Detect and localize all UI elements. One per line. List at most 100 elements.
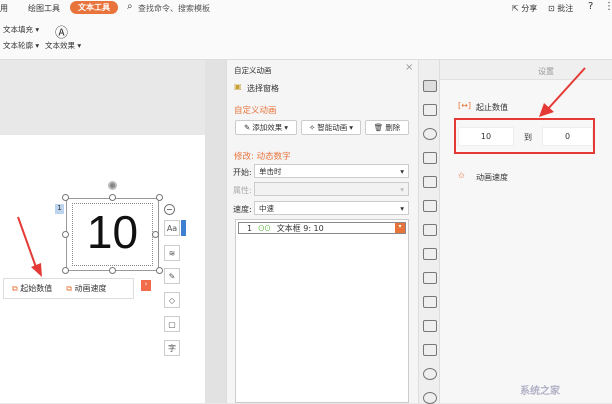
close-icon[interactable]: ×	[405, 62, 413, 73]
slide-number-text: 10	[86, 206, 139, 258]
panel-title: 自定义动画	[234, 66, 272, 75]
layers-icon[interactable]: ≋	[164, 245, 180, 261]
speed-option[interactable]: ⧉ 动画速度	[66, 283, 106, 294]
fill-icon[interactable]: ◇	[164, 292, 180, 308]
tab-drawing-tools[interactable]: 绘图工具	[28, 3, 60, 14]
to-input[interactable]: 0	[542, 127, 593, 146]
property-select[interactable]: ▾	[254, 182, 409, 196]
custom-animation-panel: 自定义动画 × ▣ 选择窗格 自定义动画 ✎ 添加效果 ▾ ✧ 智能动画 ▾ 🗑…	[226, 60, 418, 403]
value: 中速	[259, 203, 274, 213]
dropdown-icon[interactable]: ▾	[395, 223, 405, 233]
tab-partial[interactable]: 用	[0, 3, 8, 14]
settings-panel: 设置 [↔] 起止数值 10 到 0 ✩ 动画速度 系统之家	[440, 60, 612, 403]
pen-icon[interactable]: ✎	[164, 268, 180, 284]
border-icon[interactable]: ▢	[164, 316, 180, 332]
text-box[interactable]: 10	[66, 198, 159, 271]
comment-button[interactable]: ⊡ 批注	[548, 3, 573, 14]
label: 删除	[385, 123, 401, 132]
ribbon: 用 绘图工具 文本工具 ⌕ 查找命令、搜索模板 文本填充 ▾ 文本轮廓 ▾ Ⓐ …	[0, 0, 612, 60]
select-pane-icon: ▣	[234, 82, 242, 91]
text-style-icon[interactable]: Aa	[164, 220, 180, 236]
start-label: 开始:	[233, 168, 252, 177]
settings-icon[interactable]	[423, 224, 437, 236]
label: 添加效果	[252, 123, 283, 132]
start-select[interactable]: 单击时 ▾	[254, 164, 409, 178]
select-pane-link[interactable]: 选择窗格	[247, 83, 279, 94]
label: 文本轮廓	[3, 41, 33, 50]
resize-handle[interactable]	[109, 194, 116, 201]
range-icon: [↔]	[458, 101, 471, 110]
number-icon: ⧉	[66, 284, 72, 293]
animation-list: 1 ʘʘ 文本框 9: 10 ▾	[235, 219, 409, 403]
from-input[interactable]: 10	[458, 127, 514, 146]
label: 智能动画	[317, 123, 348, 132]
start-value-option[interactable]: ⧉ 起始数值	[12, 283, 52, 294]
text-effect-button[interactable]: 文本效果 ▾	[45, 40, 81, 51]
label: 批注	[557, 4, 574, 13]
speed-setting[interactable]: 动画速度	[476, 172, 508, 183]
scroll-gutter	[205, 60, 226, 403]
watermark: 系统之家	[520, 386, 560, 397]
resize-handle[interactable]	[62, 267, 69, 274]
char-icon[interactable]: 字	[164, 340, 180, 356]
share-icon[interactable]	[423, 272, 437, 284]
speed-icon: ✩	[458, 171, 465, 180]
add-effect-button[interactable]: ✎ 添加效果 ▾	[235, 120, 297, 135]
list-item[interactable]: 1 ʘʘ 文本框 9: 10 ▾	[238, 222, 406, 234]
resize-handle[interactable]	[62, 231, 69, 238]
label: 分享	[521, 4, 538, 13]
resize-handle[interactable]	[152, 231, 159, 238]
tab-text-tools[interactable]: 文本工具	[70, 1, 118, 14]
chart-icon[interactable]	[423, 200, 437, 212]
more-icon[interactable]: ⋮	[604, 1, 612, 12]
text-fill-button[interactable]: 文本填充 ▾	[3, 24, 39, 35]
help-button[interactable]: ?	[588, 1, 593, 12]
number-icon: ⧉	[12, 284, 18, 293]
shape-icon[interactable]	[423, 128, 437, 140]
picture-icon[interactable]	[423, 320, 437, 332]
value: 单击时	[259, 166, 282, 176]
property-label: 属性:	[233, 186, 252, 195]
style-icon[interactable]	[423, 152, 437, 164]
image-icon[interactable]	[423, 248, 437, 260]
share-button[interactable]: ⇱ 分享	[512, 3, 537, 14]
speed-label: 速度:	[233, 205, 252, 214]
index: 1	[247, 223, 253, 233]
red-arrow-left	[17, 216, 42, 277]
smart-animation-button[interactable]: ✧ 智能动画 ▾	[301, 120, 361, 135]
text-outline-button[interactable]: 文本轮廓 ▾	[3, 40, 39, 51]
collapse-icon[interactable]: −	[164, 204, 175, 215]
animation-popup: ⧉ 起始数值 ⧉ 动画速度	[3, 278, 134, 299]
section-title: 自定义动画	[234, 106, 277, 116]
expand-arrow-button[interactable]: ›	[141, 280, 151, 291]
tool-expand[interactable]	[181, 220, 186, 236]
resize-handle[interactable]	[109, 267, 116, 274]
label: 文本效果	[45, 41, 75, 50]
grid-icon[interactable]	[423, 176, 437, 188]
search-icon: ⌕	[127, 1, 133, 12]
label: 起始数值	[20, 284, 53, 293]
label: 动画速度	[74, 284, 107, 293]
animation-badge: 1	[55, 204, 64, 214]
audio-icon[interactable]	[423, 344, 437, 356]
animation-icon[interactable]	[423, 80, 437, 92]
resize-handle[interactable]	[156, 267, 163, 274]
name: 文本框 9: 10	[276, 223, 324, 233]
history-icon[interactable]	[423, 392, 437, 404]
range-label: 起止数值	[476, 103, 508, 112]
text-effect-icon: Ⓐ	[55, 26, 69, 41]
modify-title: 修改: 动态数字	[234, 152, 291, 162]
archive-icon[interactable]	[423, 296, 437, 308]
resize-handle[interactable]	[62, 194, 69, 201]
effect-icon: ʘʘ	[258, 223, 271, 233]
label: 文本填充	[3, 25, 33, 34]
rotate-handle[interactable]	[108, 181, 117, 190]
shape-icon[interactable]	[423, 104, 437, 116]
delete-button[interactable]: 🗑 删除	[365, 120, 409, 135]
download-icon[interactable]	[423, 368, 437, 380]
resize-handle[interactable]	[156, 194, 163, 201]
speed-select[interactable]: 中速 ▾	[254, 201, 409, 215]
side-icon-strip	[418, 60, 440, 404]
to-label: 到	[524, 133, 532, 142]
search-command[interactable]: 查找命令、搜索模板	[138, 3, 210, 14]
